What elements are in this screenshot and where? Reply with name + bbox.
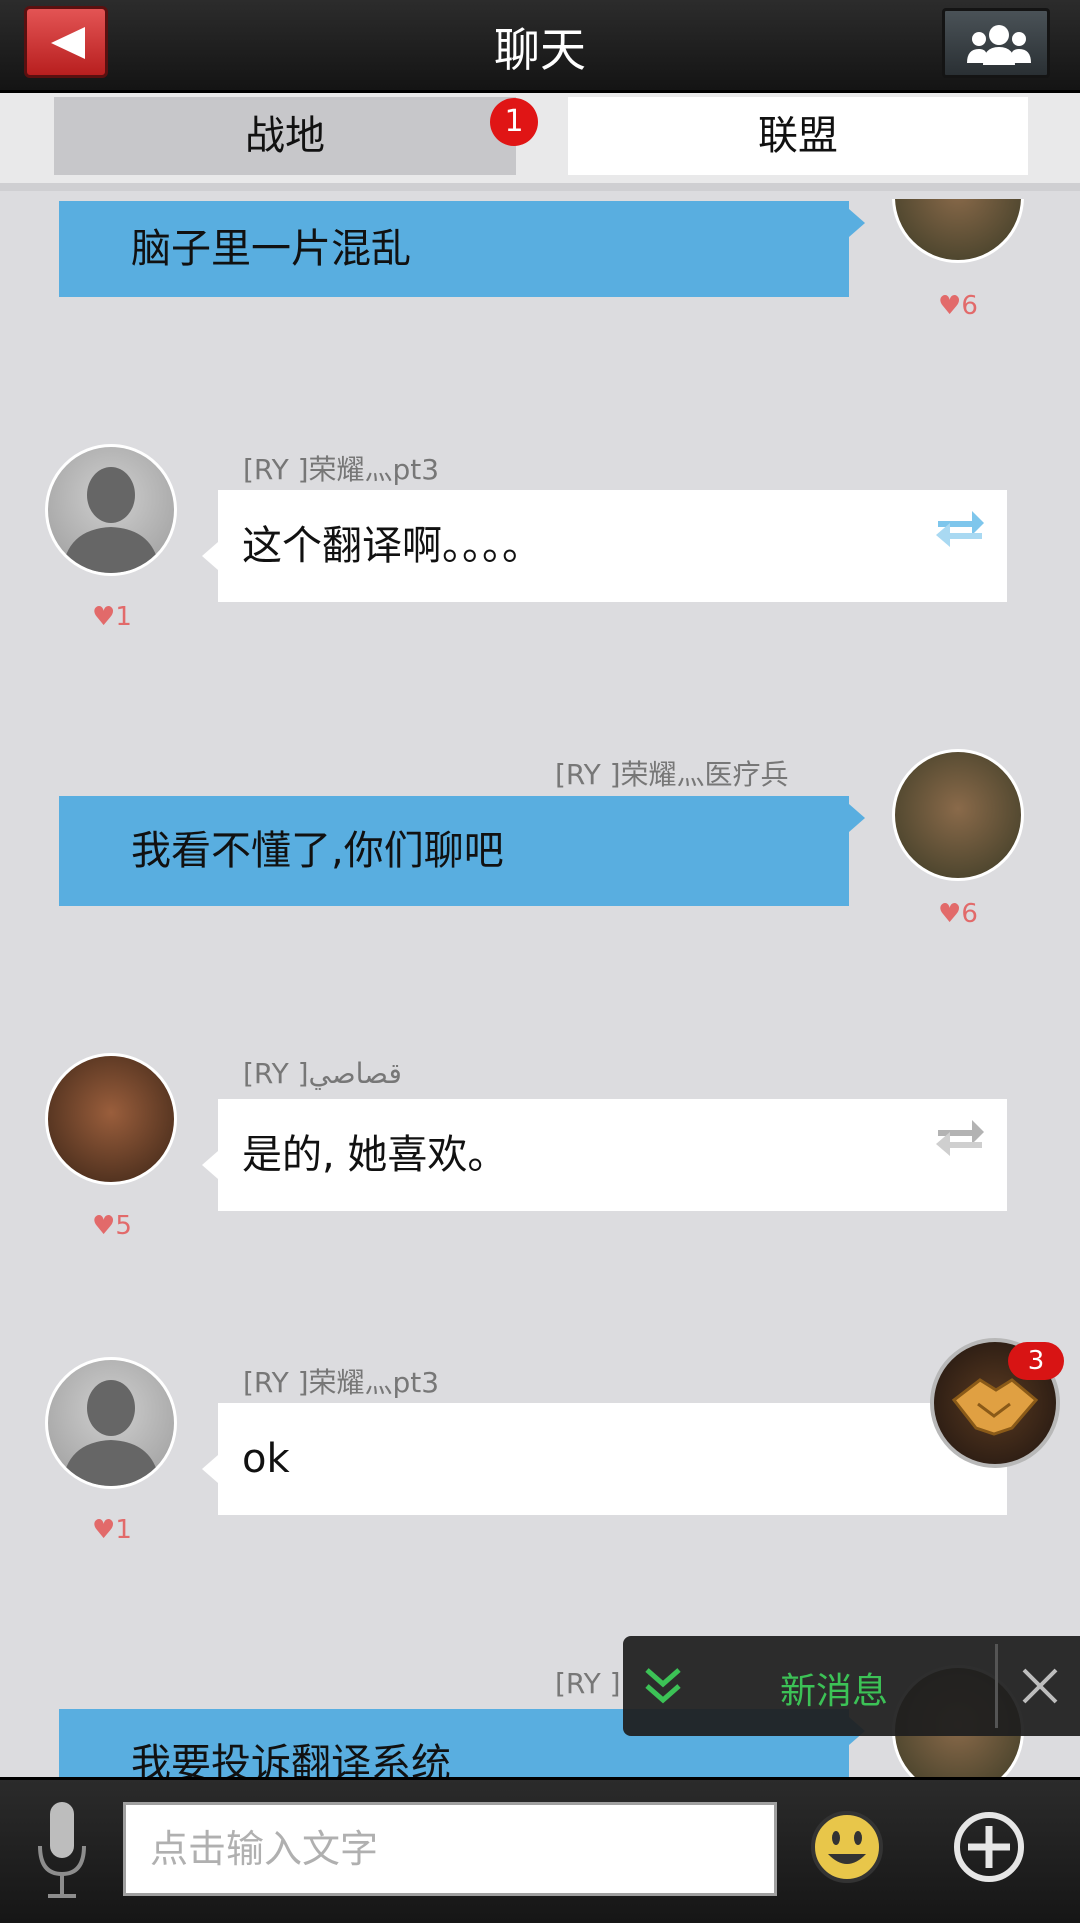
translate-icon[interactable] <box>934 507 986 547</box>
message-bubble[interactable]: 脑子里一片混乱 <box>59 201 865 297</box>
emoji-icon[interactable] <box>810 1810 884 1884</box>
close-icon[interactable] <box>1020 1666 1060 1706</box>
tab-unread-badge: 1 <box>490 98 538 146</box>
likes-count: ♥1 <box>92 602 132 632</box>
heart-icon: ♥ <box>92 602 116 632</box>
message-text: ok <box>242 1436 290 1482</box>
message-text: 这个翻译啊。。。。 <box>242 523 542 569</box>
sender-name: [RY ]قصاصي <box>243 1057 402 1090</box>
likes-count: ♥6 <box>938 899 978 929</box>
sender-name: [RY ]荣耀灬医疗兵 <box>555 758 789 791</box>
new-message-banner[interactable]: 新消息 <box>623 1636 1080 1736</box>
new-message-label: 新消息 <box>780 1671 889 1712</box>
message-input[interactable] <box>123 1802 777 1896</box>
default-avatar-icon <box>62 1380 160 1486</box>
message-bubble[interactable]: 我看不懂了,你们聊吧 <box>59 796 865 906</box>
chat-list[interactable]: 脑子里一片混乱 ♥6 ♥1 [RY ]荣耀灬pt3 这个翻译啊。。。。 [RY … <box>0 199 1080 1777</box>
message-text: 我看不懂了,你们聊吧 <box>131 828 504 874</box>
heart-icon: ♥ <box>938 291 962 321</box>
default-avatar-icon <box>62 467 160 573</box>
message-text: 我要投诉翻译系统 <box>131 1741 451 1777</box>
microphone-icon[interactable] <box>36 1802 88 1902</box>
avatar[interactable] <box>45 444 177 576</box>
heart-icon: ♥ <box>938 899 962 929</box>
alliance-unread-badge: 3 <box>1008 1342 1064 1380</box>
message-text: 是的, 她喜欢。 <box>242 1132 508 1178</box>
group-icon <box>967 25 1031 65</box>
avatar[interactable] <box>45 1053 177 1185</box>
double-chevron-down-icon <box>645 1668 681 1704</box>
avatar[interactable] <box>45 1357 177 1489</box>
add-icon[interactable] <box>952 1810 1026 1884</box>
likes-count: ♥1 <box>92 1515 132 1545</box>
avatar[interactable] <box>892 749 1024 881</box>
group-members-button[interactable] <box>942 8 1050 78</box>
input-bar <box>0 1777 1080 1923</box>
message-bubble[interactable]: ok <box>202 1403 1007 1515</box>
divider <box>995 1644 998 1728</box>
sender-name: [RY ]荣耀灬pt3 <box>243 453 440 486</box>
translate-icon[interactable] <box>934 1116 986 1156</box>
heart-icon: ♥ <box>92 1211 116 1241</box>
sender-name: [RY ] <box>555 1667 621 1700</box>
page-title: 聊天 <box>494 23 586 77</box>
likes-count: ♥6 <box>938 291 978 321</box>
avatar[interactable] <box>892 199 1024 263</box>
sender-name: [RY ]荣耀灬pt3 <box>243 1366 440 1399</box>
tab-bar: 战地 联盟 <box>0 93 1080 191</box>
message-text: 脑子里一片混乱 <box>131 226 411 272</box>
message-bubble[interactable]: 这个翻译啊。。。。 <box>202 490 1007 602</box>
tab-battlefield[interactable]: 战地 <box>54 97 516 175</box>
message-bubble[interactable]: 是的, 她喜欢。 <box>202 1099 1007 1211</box>
likes-count: ♥5 <box>92 1211 132 1241</box>
heart-icon: ♥ <box>92 1515 116 1545</box>
tab-alliance[interactable]: 联盟 <box>568 97 1028 175</box>
top-bar: 聊天 <box>0 0 1080 93</box>
